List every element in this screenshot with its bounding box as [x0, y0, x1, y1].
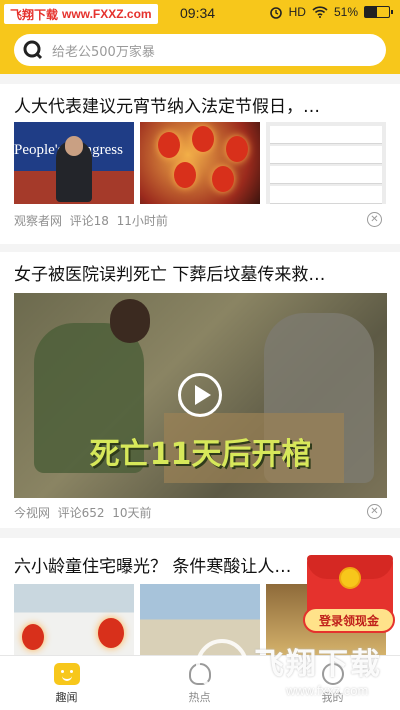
news-time: 10天前 — [112, 506, 152, 520]
search-placeholder: 给老公500万家暴 — [52, 44, 155, 60]
video-caption: 死亡11天后开棺 — [89, 437, 312, 472]
status-bar: 飞翔下载 www.FXXZ.com 09:34 HD 51% — [0, 0, 400, 28]
news-thumbnail: People's Congress — [14, 122, 134, 204]
dismiss-icon[interactable]: ✕ — [367, 212, 382, 227]
coin-icon — [339, 567, 361, 589]
tab-label: 趣闻 — [55, 690, 78, 704]
status-time: 09:34 — [180, 5, 216, 21]
tab-fun[interactable]: 趣闻 — [0, 656, 133, 710]
news-card[interactable]: 人大代表建议元宵节纳入法定节假日，… People's Congress 观察者… — [0, 84, 400, 244]
battery-percent: 51% — [333, 5, 358, 19]
watermark-text: 飞翔下载 — [254, 647, 382, 682]
news-thumbnail — [266, 122, 386, 204]
watermark-logo-icon — [196, 639, 248, 691]
news-thumbnail — [140, 122, 260, 204]
dismiss-icon[interactable]: ✕ — [367, 504, 382, 519]
watermark-badge: 飞翔下载 www.FXXZ.com — [4, 4, 158, 24]
battery-icon — [364, 6, 393, 18]
watermark-url: www.FXXZ.com — [62, 7, 152, 21]
network-type: HD — [288, 5, 306, 19]
watermark-overlay: 飞翔下载 www.fxxz.com — [196, 633, 396, 707]
search-input[interactable]: 给老公500万家暴 — [14, 34, 386, 66]
news-meta: 观察者网 评论18 11小时前 — [14, 212, 168, 229]
news-title[interactable]: 六小龄童住宅曝光？ 条件寒酸让人… — [14, 552, 314, 577]
news-source: 观察者网 — [14, 214, 63, 228]
search-icon — [22, 39, 44, 61]
watermark-name: 飞翔下载 — [10, 7, 59, 22]
news-time: 11小时前 — [116, 214, 168, 228]
alarm-icon — [269, 7, 282, 19]
promo-label[interactable]: 登录领现金 — [303, 607, 395, 633]
news-thumbnail — [14, 584, 134, 655]
news-source: 今视网 — [14, 506, 51, 520]
status-indicators: HD 51% — [269, 5, 393, 19]
news-comments: 评论652 — [57, 506, 105, 520]
news-comments: 评论18 — [69, 214, 109, 228]
news-title[interactable]: 女子被医院误判死亡 下葬后坟墓传来救… — [14, 260, 386, 285]
news-title[interactable]: 人大代表建议元宵节纳入法定节假日，… — [14, 92, 386, 117]
search-bar: 给老公500万家暴 — [0, 28, 400, 74]
news-meta: 今视网 评论652 10天前 — [14, 504, 151, 521]
fun-face-icon — [53, 662, 80, 685]
video-player[interactable]: 死亡11天后开棺 — [14, 293, 387, 498]
play-icon[interactable] — [178, 373, 222, 417]
wifi-icon — [312, 6, 328, 18]
watermark-site: www.fxxz.com — [286, 683, 369, 698]
